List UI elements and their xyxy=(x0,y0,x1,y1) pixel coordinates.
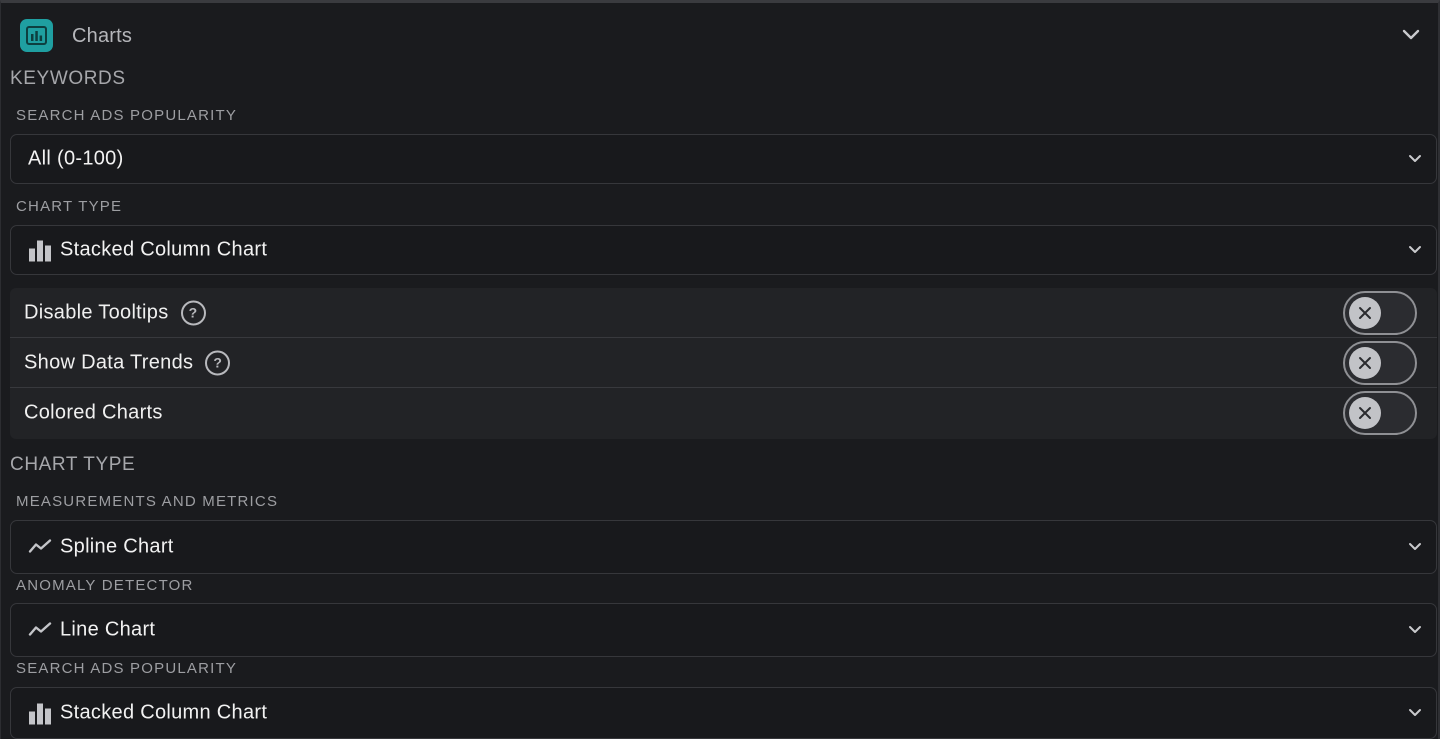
charts-settings-panel: Charts KEYWORDS SEARCH ADS POPULARITY Al… xyxy=(0,0,1440,739)
search-ads-popularity-chart-label: SEARCH ADS POPULARITY xyxy=(16,660,238,677)
anomaly-detector-label: ANOMALY DETECTOR xyxy=(16,577,194,594)
chevron-down-icon[interactable] xyxy=(1402,28,1420,46)
search-ads-popularity-label: SEARCH ADS POPULARITY xyxy=(16,107,238,124)
measurements-and-metrics-value: Spline Chart xyxy=(60,535,174,558)
bar-chart-icon xyxy=(28,239,52,261)
colored-charts-label: Colored Charts xyxy=(24,401,163,424)
show-data-trends-label: Show Data Trends xyxy=(24,351,194,373)
search-ads-popularity-chart-value: Stacked Column Chart xyxy=(60,701,268,724)
measurements-and-metrics-select[interactable]: Spline Chart xyxy=(10,520,1437,574)
help-icon[interactable]: ? xyxy=(180,300,206,325)
chevron-down-icon xyxy=(1408,241,1422,259)
toggle-row-show-data-trends: Show Data Trends ? xyxy=(10,338,1437,388)
chart-type-section-title: CHART TYPE xyxy=(10,454,136,475)
help-icon[interactable]: ? xyxy=(205,350,231,375)
search-ads-popularity-select[interactable]: All (0-100) xyxy=(10,134,1437,184)
chart-type-value: Stacked Column Chart xyxy=(60,238,268,261)
keywords-section-title: KEYWORDS xyxy=(10,68,126,89)
close-icon xyxy=(1349,397,1381,429)
toggle-group: Disable Tooltips ? Show Data Trends ? Co… xyxy=(10,288,1437,439)
bar-chart-icon xyxy=(28,702,52,724)
panel-title: Charts xyxy=(72,25,133,47)
charts-accordion-header[interactable]: Charts xyxy=(1,3,1439,67)
toggle-row-disable-tooltips: Disable Tooltips ? xyxy=(10,288,1437,338)
search-ads-popularity-chart-select[interactable]: Stacked Column Chart xyxy=(10,687,1437,739)
search-ads-popularity-value: All (0-100) xyxy=(28,147,124,170)
line-chart-icon xyxy=(28,620,52,640)
toggle-row-colored-charts: Colored Charts xyxy=(10,388,1437,438)
disable-tooltips-label: Disable Tooltips xyxy=(24,301,169,323)
line-chart-icon xyxy=(28,537,52,557)
colored-charts-toggle[interactable] xyxy=(1343,391,1417,435)
chart-type-label: CHART TYPE xyxy=(16,198,123,215)
anomaly-detector-value: Line Chart xyxy=(60,618,156,641)
measurements-and-metrics-label: MEASUREMENTS AND METRICS xyxy=(16,493,279,510)
chevron-down-icon xyxy=(1408,704,1422,722)
chart-type-select[interactable]: Stacked Column Chart xyxy=(10,225,1437,275)
chevron-down-icon xyxy=(1408,150,1422,168)
close-icon xyxy=(1349,346,1381,379)
close-icon xyxy=(1349,296,1381,329)
chevron-down-icon xyxy=(1408,538,1422,556)
anomaly-detector-select[interactable]: Line Chart xyxy=(10,603,1437,657)
disable-tooltips-toggle[interactable] xyxy=(1343,290,1417,335)
chevron-down-icon xyxy=(1408,621,1422,639)
chart-icon xyxy=(20,19,53,52)
show-data-trends-toggle[interactable] xyxy=(1343,340,1417,385)
